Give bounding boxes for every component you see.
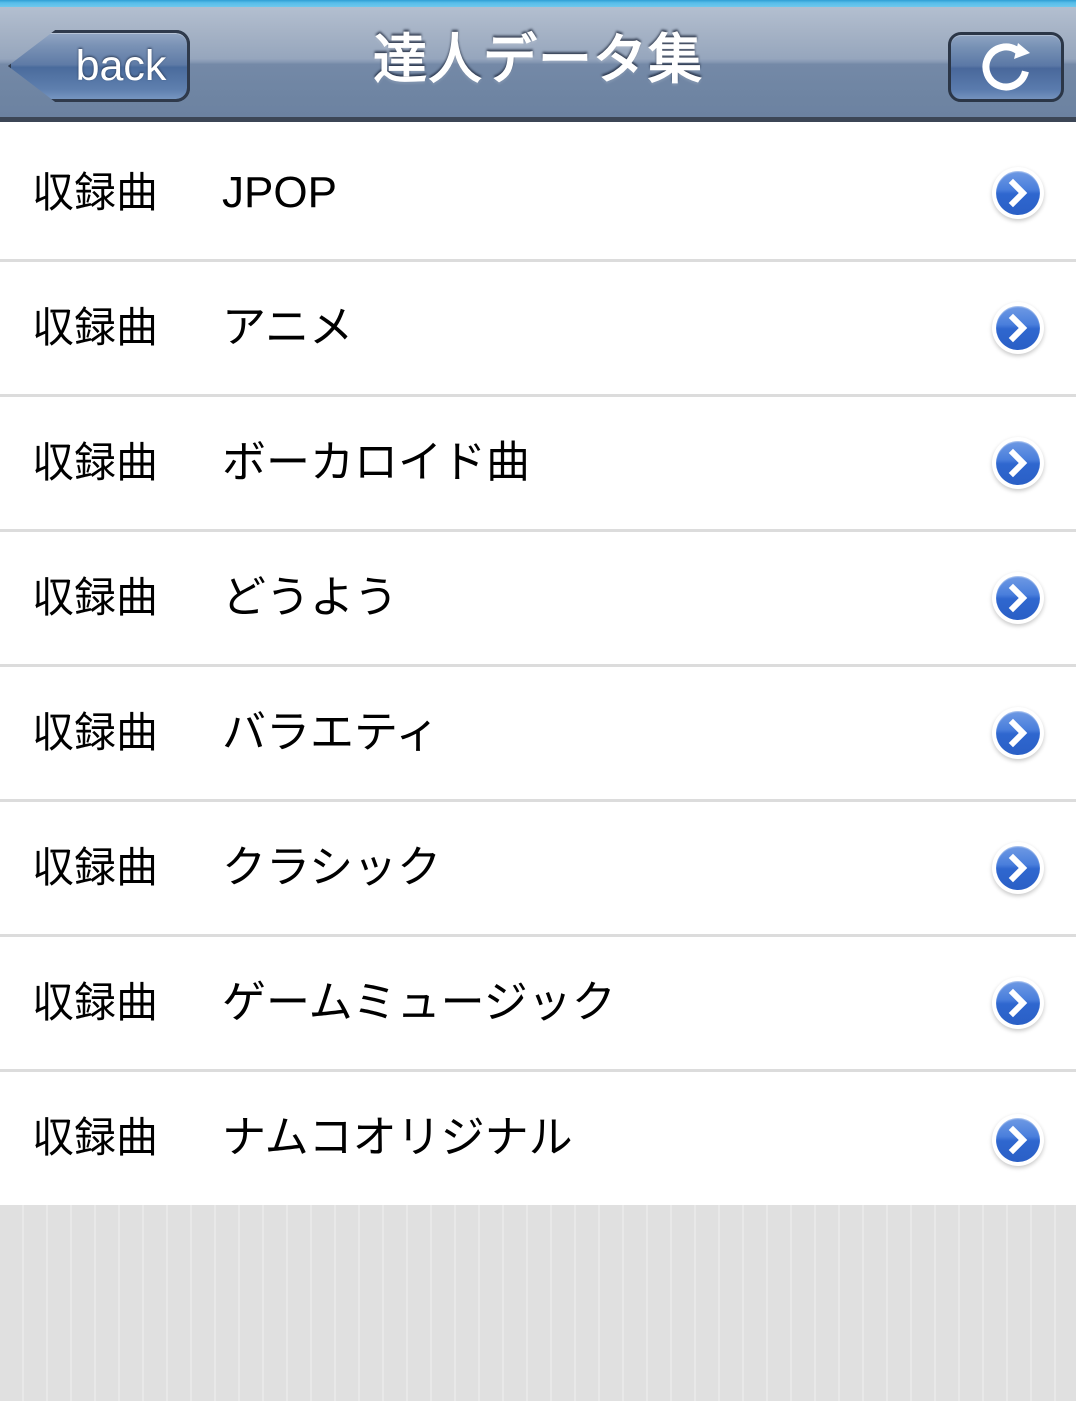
chevron-right-glyph	[1008, 853, 1028, 883]
list-item-kind: 収録曲	[32, 979, 159, 1026]
list-item[interactable]: 収録曲 どうよう	[0, 532, 1076, 667]
refresh-icon	[982, 43, 1030, 91]
list-item-title: ゲームミュージック	[222, 978, 616, 1027]
list-item-kind: 収録曲	[32, 1114, 159, 1161]
list-item[interactable]: 収録曲 ナムコオリジナル	[0, 1072, 1076, 1207]
list-item[interactable]: 収録曲 アニメ	[0, 262, 1076, 397]
list-item-kind: 収録曲	[32, 439, 159, 486]
list-item[interactable]: 収録曲 バラエティ	[0, 667, 1076, 802]
chevron-right-icon[interactable]	[992, 302, 1044, 354]
chevron-right-glyph	[1008, 1125, 1028, 1154]
status-bar-strip	[0, 0, 1076, 7]
chevron-right-icon[interactable]	[992, 842, 1044, 894]
chevron-right-icon[interactable]	[992, 572, 1044, 624]
chevron-right-glyph	[1008, 583, 1028, 613]
list-item-title: アニメ	[222, 303, 354, 352]
category-list: 収録曲 JPOP 収録曲 アニメ 収録曲 ボーカロイド曲 収録曲 どうよう 収録…	[0, 127, 1076, 1207]
list-item-title: クラシック	[222, 843, 442, 892]
chevron-right-icon[interactable]	[992, 167, 1044, 219]
chevron-right-glyph	[1008, 178, 1028, 208]
list-item-kind: 収録曲	[32, 574, 159, 621]
chevron-right-icon[interactable]	[992, 707, 1044, 759]
list-item[interactable]: 収録曲 JPOP	[0, 127, 1076, 262]
list-item[interactable]: 収録曲 ゲームミュージック	[0, 937, 1076, 1072]
empty-area-below-list	[0, 1205, 1076, 1401]
page-title: 達人データ集	[373, 30, 703, 90]
list-item-title: ナムコオリジナル	[222, 1113, 573, 1162]
list-item[interactable]: 収録曲 クラシック	[0, 802, 1076, 937]
list-item[interactable]: 収録曲 ボーカロイド曲	[0, 397, 1076, 532]
chevron-right-icon[interactable]	[992, 437, 1044, 489]
chevron-right-glyph	[1008, 313, 1028, 343]
list-item-title: JPOP	[222, 168, 337, 217]
chevron-right-glyph	[1008, 988, 1028, 1018]
list-item-kind: 収録曲	[32, 844, 159, 891]
list-item-kind: 収録曲	[32, 169, 159, 216]
chevron-right-glyph	[1008, 448, 1028, 478]
list-item-title: バラエティ	[222, 708, 440, 757]
list-item-title: どうよう	[222, 573, 398, 622]
chevron-right-glyph	[1008, 718, 1028, 748]
chevron-right-icon[interactable]	[992, 1113, 1044, 1166]
list-item-title: ボーカロイド曲	[222, 438, 530, 487]
list-item-kind: 収録曲	[32, 709, 159, 756]
chevron-right-icon[interactable]	[992, 977, 1044, 1029]
navigation-bar: back 達人データ集	[0, 7, 1076, 122]
refresh-button[interactable]	[948, 32, 1064, 102]
list-item-kind: 収録曲	[32, 304, 159, 351]
